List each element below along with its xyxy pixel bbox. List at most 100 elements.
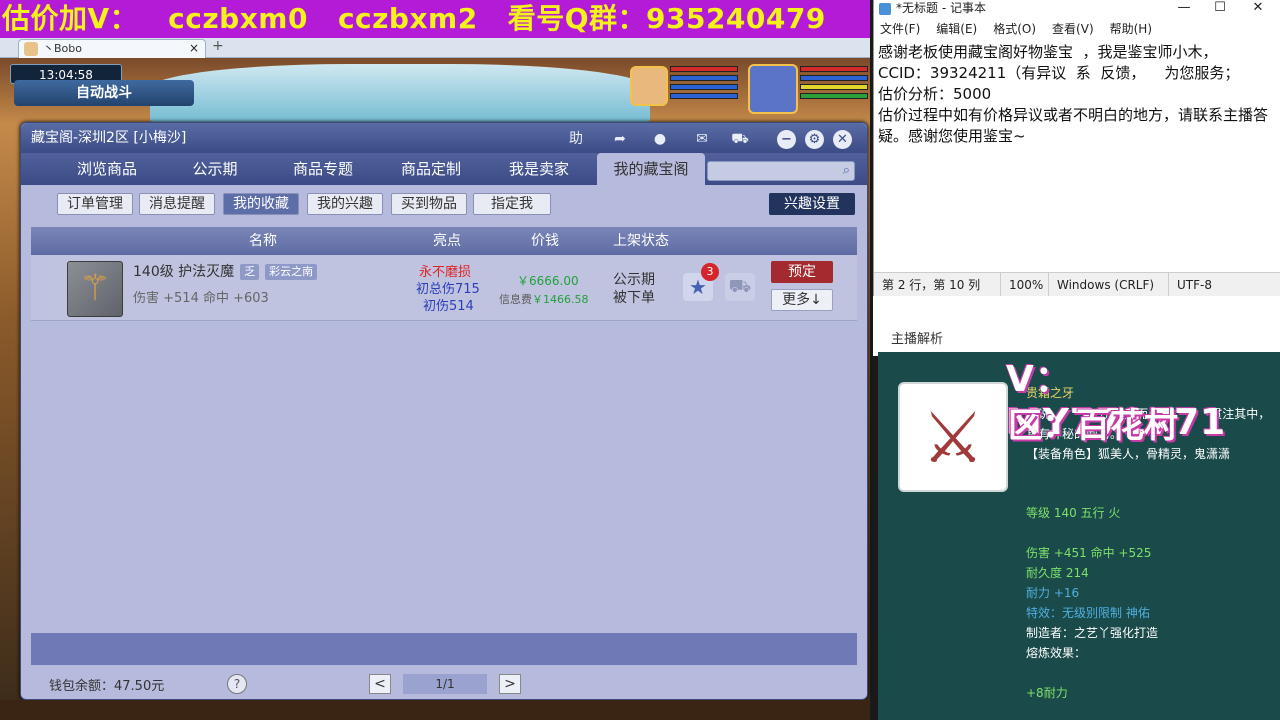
- maximize-icon[interactable]: ☐: [1202, 0, 1238, 16]
- fountain-pool: [150, 64, 650, 126]
- col-name: 名称: [249, 233, 277, 249]
- add-to-cart-icon[interactable]: ⛟: [725, 273, 755, 301]
- item-name-text: 140级 护法灭魔: [133, 264, 235, 280]
- notepad-statusbar: 第 2 行，第 10 列 100% Windows (CRLF) UTF-8: [874, 272, 1280, 297]
- line-ending: Windows (CRLF): [1048, 273, 1154, 297]
- table-row[interactable]: ⚚ 140级 护法灭魔乏彩云之南 伤害 +514 命中 +603 永不磨损 初总…: [31, 255, 857, 321]
- info-fee: 信息费￥1466.58: [499, 291, 589, 307]
- tab-custom[interactable]: 商品定制: [377, 153, 485, 185]
- auto-battle-button[interactable]: 自动战斗: [14, 80, 194, 106]
- close-icon[interactable]: ✕: [833, 130, 852, 149]
- new-tab-icon[interactable]: +: [212, 38, 224, 54]
- item-tag-1: 乏: [240, 264, 260, 280]
- banner-text-1: 估价加V：: [2, 2, 139, 35]
- more-button[interactable]: 更多↓: [771, 289, 833, 311]
- favorite-count-badge: 3: [701, 263, 719, 281]
- search-icon[interactable]: ⌕: [843, 163, 850, 178]
- next-page-button[interactable]: >: [499, 674, 521, 694]
- wallet-balance: 钱包余额：47.50元: [49, 679, 165, 694]
- dialog-titlebar: 藏宝阁-深圳2区 [小梅沙] 助 ➦ ● ✉ ⛟ − ⚙ ✕: [21, 123, 867, 153]
- close-tab-icon[interactable]: ×: [189, 40, 199, 57]
- cursor-position: 第 2 行，第 10 列: [882, 278, 981, 292]
- banner-text-3: cczbxm2: [337, 2, 478, 35]
- help-button[interactable]: 助: [565, 129, 587, 149]
- main-nav: 浏览商品 公示期 商品专题 商品定制 我是卖家 我的藏宝阁 ⌕: [21, 153, 867, 185]
- menu-help[interactable]: 帮助(H): [1110, 22, 1152, 36]
- sub-nav: 订单管理 消息提醒 我的收藏 我的兴趣 买到物品 指定我 兴趣设置: [21, 185, 867, 223]
- col-status: 上架状态: [613, 233, 669, 249]
- notepad-title: *无标题 - 记事本: [896, 1, 986, 15]
- treasure-pavilion-dialog: 藏宝阁-深圳2区 [小梅沙] 助 ➦ ● ✉ ⛟ − ⚙ ✕ 浏览商品 公示期 …: [20, 122, 868, 700]
- highlight-3: 初伤514: [423, 299, 474, 314]
- subtab-interests[interactable]: 我的兴趣: [307, 193, 383, 215]
- notepad-titlebar: *无标题 - 记事本 — ☐ ✕: [874, 0, 1280, 18]
- tooltip-refine: 熔炼效果：: [1026, 646, 1087, 660]
- order-status: 被下单: [613, 290, 655, 306]
- menu-edit[interactable]: 编辑(E): [936, 22, 977, 36]
- screen: 估价加V： cczbxm0 cczbxm2 看号Q群：935240479 丶Bobo …: [0, 0, 1280, 720]
- browser-tab-strip: 丶Bobo × +: [0, 38, 870, 58]
- blade-item-icon: ⚔: [898, 382, 1008, 492]
- banner-text-4: 看号Q群：935240479: [507, 2, 826, 35]
- pet-status-bars: [670, 66, 738, 102]
- tab-public[interactable]: 公示期: [161, 153, 269, 185]
- notepad-window: *无标题 - 记事本 — ☐ ✕ 文件(F) 编辑(E) 格式(O) 查看(V) 帮助(…: [873, 0, 1280, 297]
- subtab-messages[interactable]: 消息提醒: [139, 193, 215, 215]
- chat-icon[interactable]: ✉: [691, 129, 713, 149]
- record-icon[interactable]: ●: [649, 129, 671, 149]
- weapon-item-icon[interactable]: ⚚: [67, 261, 123, 317]
- subtab-favorites[interactable]: 我的收藏: [223, 193, 299, 215]
- subtab-orders[interactable]: 订单管理: [57, 193, 133, 215]
- table-body: ⚚ 140级 护法灭魔乏彩云之南 伤害 +514 命中 +603 永不磨损 初总…: [31, 255, 857, 633]
- banner-text-2: cczbxm0: [168, 2, 308, 35]
- minimize-icon[interactable]: —: [1166, 0, 1202, 16]
- menu-format[interactable]: 格式(O): [993, 22, 1036, 36]
- item-stats: 伤害 +514 命中 +603: [133, 291, 269, 306]
- tab-topics[interactable]: 商品专题: [269, 153, 377, 185]
- promo-banner: 估价加V： cczbxm0 cczbxm2 看号Q群：935240479: [0, 0, 870, 38]
- subtab-assigned[interactable]: 指定我: [473, 193, 551, 215]
- tab-my-pavilion[interactable]: 我的藏宝阁: [597, 153, 705, 185]
- close-icon[interactable]: ✕: [1240, 0, 1276, 16]
- tooltip-refine-value: +8耐力: [1026, 686, 1068, 700]
- page-indicator: 1/1: [403, 674, 487, 694]
- minimize-icon[interactable]: −: [777, 130, 796, 149]
- item-price: ￥6666.00: [517, 274, 579, 288]
- notepad-menubar: 文件(F) 编辑(E) 格式(O) 查看(V) 帮助(H): [874, 18, 1280, 40]
- watermark-server: 区：百花村: [1008, 406, 1178, 446]
- menu-view[interactable]: 查看(V): [1052, 22, 1094, 36]
- tab-seller[interactable]: 我是卖家: [485, 153, 593, 185]
- browser-tab-title: 丶Bobo: [43, 42, 82, 55]
- tooltip-durability: 耐久度 214: [1026, 566, 1089, 580]
- search-input[interactable]: ⌕: [707, 161, 855, 181]
- notepad-text-area[interactable]: 感谢老板使用藏宝阁好物鉴宝 ，我是鉴宝师小木， CCID：39324211（有异…: [878, 42, 1276, 147]
- dialog-title: 藏宝阁-深圳2区 [小梅沙]: [31, 130, 187, 146]
- encoding: UTF-8: [1168, 273, 1212, 297]
- cart-icon[interactable]: ⛟: [729, 129, 751, 149]
- prev-page-button[interactable]: <: [369, 674, 391, 694]
- menu-file[interactable]: 文件(F): [880, 22, 920, 36]
- browser-tab[interactable]: 丶Bobo ×: [18, 39, 206, 58]
- tooltip-effect: 特效：无级别限制 神佑: [1026, 606, 1150, 620]
- analysis-header: 主播解析: [873, 296, 1280, 356]
- tab-favicon-icon: [24, 42, 38, 56]
- share-icon[interactable]: ➦: [609, 129, 631, 149]
- notepad-icon: [879, 3, 891, 15]
- question-icon[interactable]: ?: [227, 674, 247, 694]
- player-status-bars: [800, 66, 868, 102]
- interest-settings-button[interactable]: 兴趣设置: [769, 193, 855, 215]
- tooltip-endurance: 耐力 +16: [1026, 586, 1080, 600]
- table-footer: [31, 633, 857, 665]
- col-highlight: 亮点: [433, 233, 461, 249]
- reserve-button[interactable]: 预定: [771, 261, 833, 283]
- player-portrait[interactable]: [748, 64, 798, 114]
- tooltip-damage: 伤害 +451 命中 +525: [1026, 546, 1152, 560]
- zoom-level: 100%: [1000, 273, 1043, 297]
- pet-portrait[interactable]: [630, 66, 668, 106]
- col-price: 价钱: [531, 233, 559, 249]
- subtab-purchased[interactable]: 买到物品: [391, 193, 467, 215]
- settings-icon[interactable]: ⚙: [805, 130, 824, 149]
- tooltip-maker: 制造者：之艺丫强化打造: [1026, 626, 1159, 640]
- item-name: 140级 护法灭魔乏彩云之南: [133, 261, 318, 281]
- tab-browse[interactable]: 浏览商品: [53, 153, 161, 185]
